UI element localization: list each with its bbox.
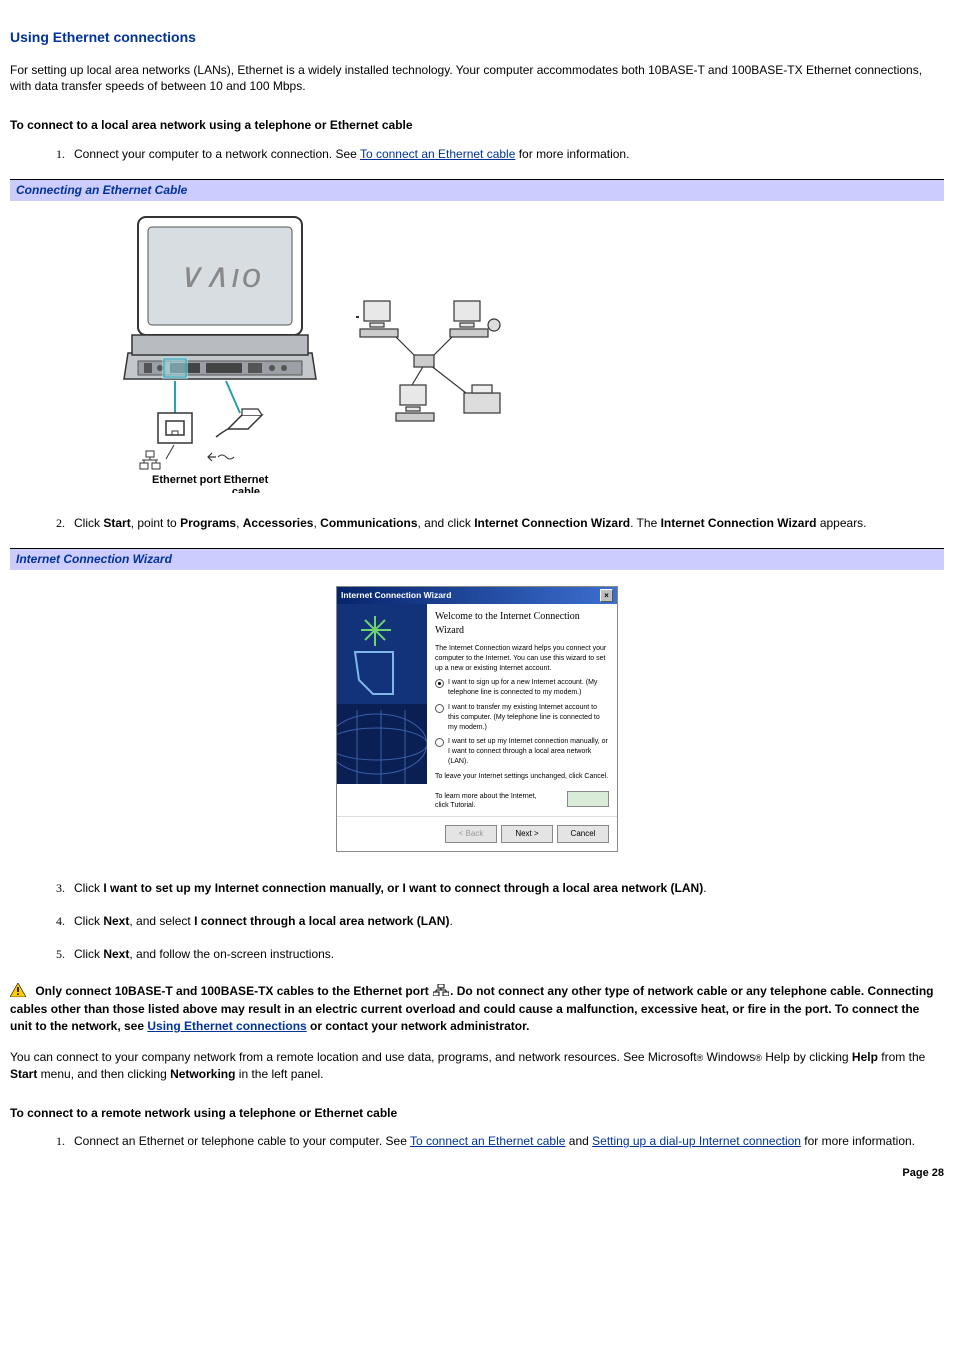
svg-text:∨∧ıo: ∨∧ıo xyxy=(177,257,263,295)
ethernet-port-label: Ethernet port xyxy=(152,474,221,486)
step-3: Click I want to set up my Internet conne… xyxy=(68,880,944,897)
step-2: Click Start, point to Programs, Accessor… xyxy=(68,515,944,532)
section1-heading: To connect to a local area network using… xyxy=(10,117,944,134)
close-icon[interactable]: × xyxy=(600,589,613,602)
step-5: Click Next, and follow the on-screen ins… xyxy=(68,946,944,963)
svg-text:Ethernet: Ethernet xyxy=(224,474,269,486)
step1-text-a: Connect your computer to a network conne… xyxy=(74,147,360,161)
step1-text-b: for more information. xyxy=(515,147,629,161)
cancel-button[interactable]: Cancel xyxy=(557,825,609,843)
network-diagram xyxy=(356,213,516,448)
link-dialup[interactable]: Setting up a dial-up Internet connection xyxy=(592,1134,801,1148)
figure1: ∨∧ıo xyxy=(10,207,944,498)
figure2-caption: Internet Connection Wizard xyxy=(10,548,944,570)
page-title: Using Ethernet connections xyxy=(10,28,944,48)
wizard-option-2[interactable]: I want to transfer my existing Internet … xyxy=(435,703,609,732)
back-button: < Back xyxy=(445,825,497,843)
step-1: Connect your computer to a network conne… xyxy=(68,146,944,163)
wizard-titlebar: Internet Connection Wizard xyxy=(341,590,451,602)
wizard-dialog: Internet Connection Wizard × xyxy=(336,586,618,852)
wizard-option-3[interactable]: I want to set up my Internet connection … xyxy=(435,737,609,766)
remote-paragraph: You can connect to your company network … xyxy=(10,1049,944,1083)
figure1-caption: Connecting an Ethernet Cable xyxy=(10,179,944,201)
warning-block: Only connect 10BASE-T and 100BASE-TX cab… xyxy=(10,983,944,1035)
link-using-ethernet[interactable]: Using Ethernet connections xyxy=(147,1019,306,1033)
wizard-heading: Welcome to the Internet Connection Wizar… xyxy=(435,610,609,638)
next-button[interactable]: Next > xyxy=(501,825,553,843)
tutorial-button[interactable] xyxy=(567,791,609,807)
link-connect-ethernet-2[interactable]: To connect an Ethernet cable xyxy=(410,1134,565,1148)
wizard-leave-text: To leave your Internet settings unchange… xyxy=(435,772,609,782)
wizard-side-graphic xyxy=(337,604,427,784)
warning-icon xyxy=(10,983,26,1002)
figure2: Internet Connection Wizard × xyxy=(10,576,944,862)
step-4: Click Next, and select I connect through… xyxy=(68,913,944,930)
wizard-learn-text: To learn more about the Internet, click … xyxy=(435,792,545,812)
wizard-option-1[interactable]: I want to sign up for a new Internet acc… xyxy=(435,678,609,698)
network-icon xyxy=(433,984,449,1001)
section2-step-1: Connect an Ethernet or telephone cable t… xyxy=(68,1133,944,1150)
svg-text:cable: cable xyxy=(232,486,260,493)
wizard-intro: The Internet Connection wizard helps you… xyxy=(435,644,609,673)
section2-heading: To connect to a remote network using a t… xyxy=(10,1105,944,1122)
link-connect-ethernet[interactable]: To connect an Ethernet cable xyxy=(360,147,515,161)
intro-paragraph: For setting up local area networks (LANs… xyxy=(10,62,944,96)
page-number: Page 28 xyxy=(10,1166,944,1181)
laptop-diagram: ∨∧ıo xyxy=(120,213,320,498)
